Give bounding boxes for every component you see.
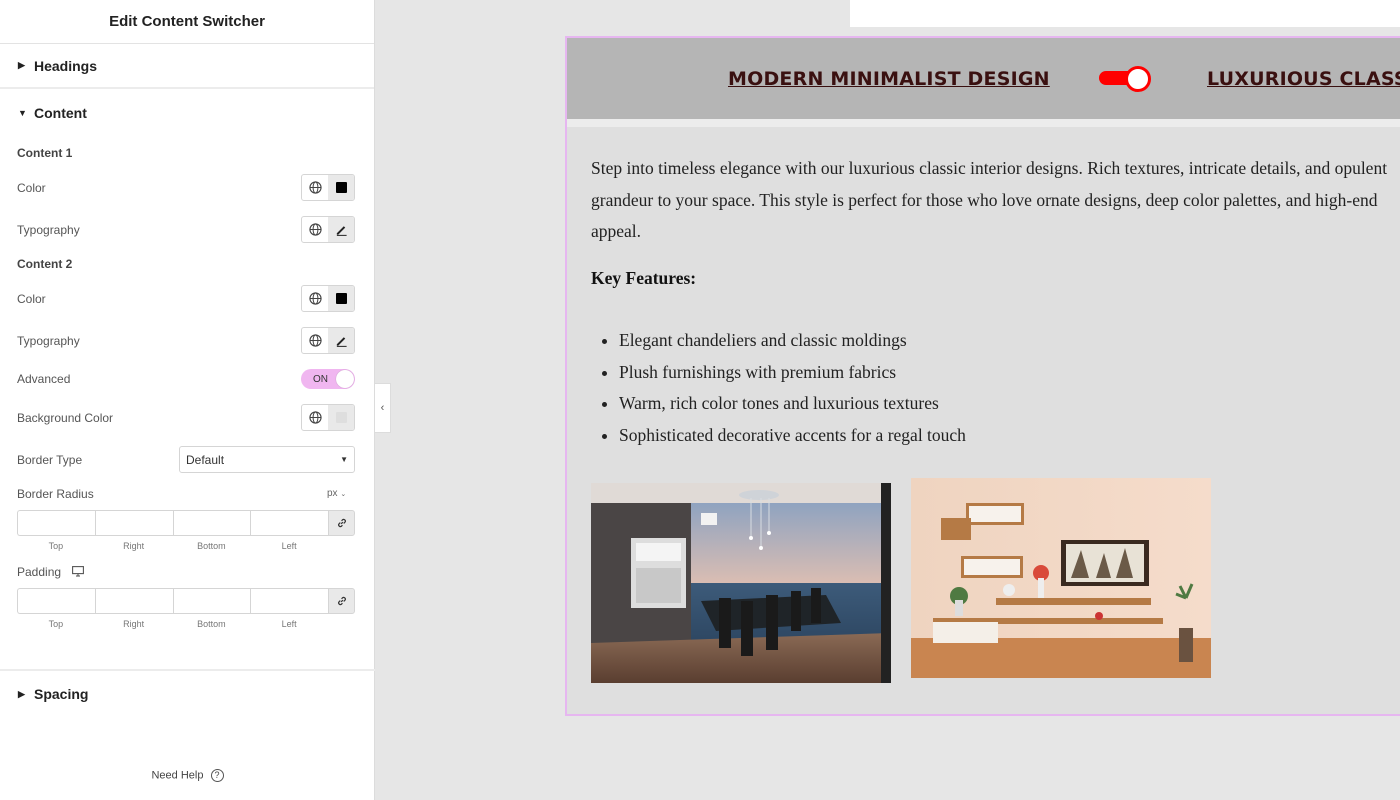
- padding-left-input[interactable]: [250, 588, 328, 614]
- living-room-shelves-image: [911, 478, 1211, 678]
- pencil-icon[interactable]: [328, 328, 354, 353]
- editor-panel: Edit Content Switcher ▶ Headings ▼ Conte…: [0, 0, 375, 800]
- list-item: Sophisticated decorative accents for a r…: [619, 420, 966, 452]
- need-help-text: Need Help: [151, 769, 204, 782]
- switcher-toggle[interactable]: [1099, 66, 1151, 92]
- desktop-icon[interactable]: [72, 565, 85, 580]
- caret-down-icon: ▼: [18, 108, 27, 118]
- section-headings[interactable]: ▶ Headings: [0, 44, 374, 89]
- pencil-icon[interactable]: [328, 217, 354, 242]
- chevron-down-icon: ⌄: [340, 491, 347, 498]
- content1-color-control[interactable]: [301, 174, 355, 201]
- unit-value: px: [327, 488, 338, 499]
- header-separator: [567, 119, 1400, 127]
- content-switcher-widget[interactable]: MODERN MINIMALIST DESIGN LUXURIOUS CLAS S…: [565, 36, 1400, 716]
- padding-bottom-input[interactable]: [172, 588, 251, 614]
- link-icon[interactable]: [328, 588, 355, 614]
- advanced-label: Advanced: [17, 372, 71, 386]
- section-headings-label: Headings: [34, 57, 98, 74]
- padding-label: Padding: [17, 565, 85, 580]
- dim-label-left: Left: [281, 619, 297, 629]
- list-item: Warm, rich color tones and luxurious tex…: [619, 388, 966, 420]
- toggle-knob: [336, 370, 354, 388]
- border-radius-inputs: [17, 510, 355, 536]
- panel-title: Edit Content Switcher: [0, 0, 374, 44]
- list-item: Elegant chandeliers and classic moldings: [619, 325, 966, 357]
- globe-icon[interactable]: [302, 286, 328, 311]
- globe-icon[interactable]: [302, 405, 328, 430]
- border-type-value: Default: [186, 452, 225, 467]
- dim-label-top: Top: [48, 619, 64, 629]
- border-radius-dim-labels: Top Right Bottom Left: [17, 541, 328, 551]
- switcher-header: MODERN MINIMALIST DESIGN LUXURIOUS CLASS…: [567, 38, 1400, 119]
- content1-typography-control[interactable]: [301, 216, 355, 243]
- dim-label-right: Right: [123, 541, 145, 551]
- switcher-right-label[interactable]: LUXURIOUS CLASSIC: [1207, 68, 1400, 90]
- unit-selector[interactable]: px ⌄: [327, 488, 346, 499]
- border-radius-bottom-input[interactable]: [172, 510, 251, 536]
- border-radius-label: Border Radius: [17, 487, 94, 501]
- section-spacing[interactable]: ▶ Spacing: [0, 680, 106, 708]
- advanced-toggle[interactable]: ON: [301, 369, 355, 389]
- dim-label-left: Left: [281, 541, 297, 551]
- globe-icon[interactable]: [302, 175, 328, 200]
- need-help-link[interactable]: Need Help ?: [0, 769, 375, 782]
- border-type-label: Border Type: [17, 453, 83, 467]
- globe-icon[interactable]: [302, 328, 328, 353]
- switcher-left-label[interactable]: MODERN MINIMALIST DESIGN: [728, 68, 1050, 90]
- chevron-down-icon: ▼: [340, 455, 348, 464]
- section-spacing-label: Spacing: [34, 686, 89, 702]
- content2-typography-label: Typography: [17, 334, 80, 348]
- padding-top-input[interactable]: [17, 588, 95, 614]
- help-icon: ?: [210, 769, 224, 782]
- background-color-control[interactable]: [301, 404, 355, 431]
- color-swatch[interactable]: [328, 175, 354, 200]
- caret-right-icon: ▶: [18, 688, 25, 699]
- key-features-title: Key Features:: [591, 268, 697, 288]
- link-icon[interactable]: [328, 510, 355, 536]
- content2-color-control[interactable]: [301, 285, 355, 312]
- content1-color-label: Color: [17, 181, 46, 195]
- border-radius-right-input[interactable]: [94, 510, 173, 536]
- padding-dim-labels: Top Right Bottom Left: [17, 619, 328, 629]
- dim-label-top: Top: [48, 541, 64, 551]
- background-color-label: Background Color: [17, 411, 114, 425]
- advanced-toggle-text: ON: [313, 373, 328, 385]
- section-content-label: Content: [34, 105, 87, 121]
- collapse-panel-button[interactable]: ‹: [375, 383, 391, 433]
- content-body-text: Step into timeless elegance with our lux…: [591, 158, 1388, 241]
- section-divider: [0, 669, 375, 671]
- dim-label-bottom: Bottom: [197, 541, 226, 551]
- content2-title: Content 2: [17, 257, 73, 271]
- chevron-left-icon: ‹: [380, 402, 385, 414]
- padding-inputs: [17, 588, 355, 614]
- content1-title: Content 1: [17, 146, 73, 160]
- border-radius-left-input[interactable]: [250, 510, 328, 536]
- content2-typography-control[interactable]: [301, 327, 355, 354]
- color-swatch[interactable]: [328, 405, 354, 430]
- toggle-knob: [1125, 66, 1151, 92]
- canvas-top-strip: [850, 0, 1400, 27]
- padding-right-input[interactable]: [94, 588, 173, 614]
- padding-label-text: Padding: [17, 565, 62, 579]
- border-radius-top-input[interactable]: [17, 510, 95, 536]
- color-swatch[interactable]: [328, 286, 354, 311]
- dining-room-image: [591, 483, 891, 683]
- border-type-select[interactable]: Default ▼: [179, 446, 355, 473]
- caret-right-icon: ▶: [18, 60, 25, 70]
- globe-icon[interactable]: [302, 217, 328, 242]
- section-content[interactable]: ▼ Content: [0, 89, 374, 137]
- dim-label-bottom: Bottom: [197, 619, 226, 629]
- features-list: Elegant chandeliers and classic moldings…: [619, 325, 966, 452]
- list-item: Plush furnishings with premium fabrics: [619, 357, 966, 389]
- content1-typography-label: Typography: [17, 223, 80, 237]
- content2-color-label: Color: [17, 292, 46, 306]
- dim-label-right: Right: [123, 619, 145, 629]
